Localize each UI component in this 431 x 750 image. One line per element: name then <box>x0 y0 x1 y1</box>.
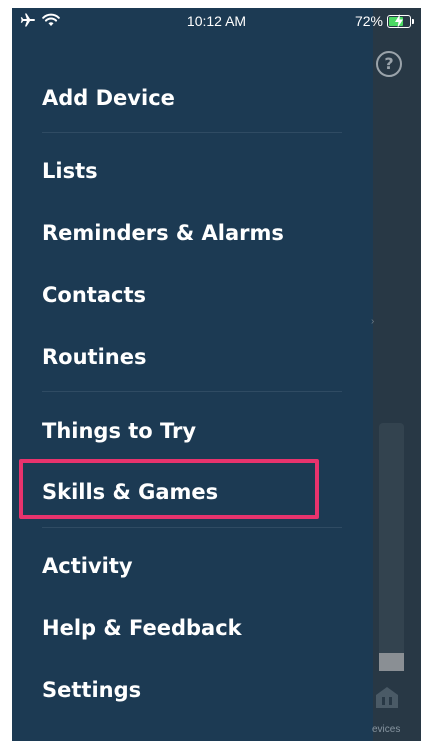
background-card-bar <box>379 653 404 671</box>
menu-item-routines[interactable]: Routines <box>42 343 146 371</box>
menu-item-settings[interactable]: Settings <box>42 676 141 704</box>
menu-divider <box>42 391 342 392</box>
phone-screen: ? › evices 10:12 AM 72% Add Device Lists… <box>12 8 421 741</box>
menu-item-things-to-try[interactable]: Things to Try <box>42 417 196 445</box>
help-icon: ? <box>376 51 402 77</box>
charging-bolt-icon <box>395 13 403 28</box>
menu-divider <box>42 132 342 133</box>
highlight-box <box>19 459 319 519</box>
menu-item-contacts[interactable]: Contacts <box>42 281 146 309</box>
menu-item-activity[interactable]: Activity <box>42 552 133 580</box>
side-menu: Add Device Lists Reminders & Alarms Cont… <box>12 8 373 741</box>
devices-icon <box>376 687 398 708</box>
menu-item-help-feedback[interactable]: Help & Feedback <box>42 614 242 642</box>
menu-item-add-device[interactable]: Add Device <box>42 84 175 112</box>
battery-tip <box>412 18 414 24</box>
menu-divider <box>42 527 342 528</box>
background-card <box>379 423 404 668</box>
devices-tab-label: evices <box>372 724 401 735</box>
battery-icon <box>387 13 414 28</box>
menu-item-reminders-alarms[interactable]: Reminders & Alarms <box>42 219 284 247</box>
menu-item-lists[interactable]: Lists <box>42 157 98 185</box>
